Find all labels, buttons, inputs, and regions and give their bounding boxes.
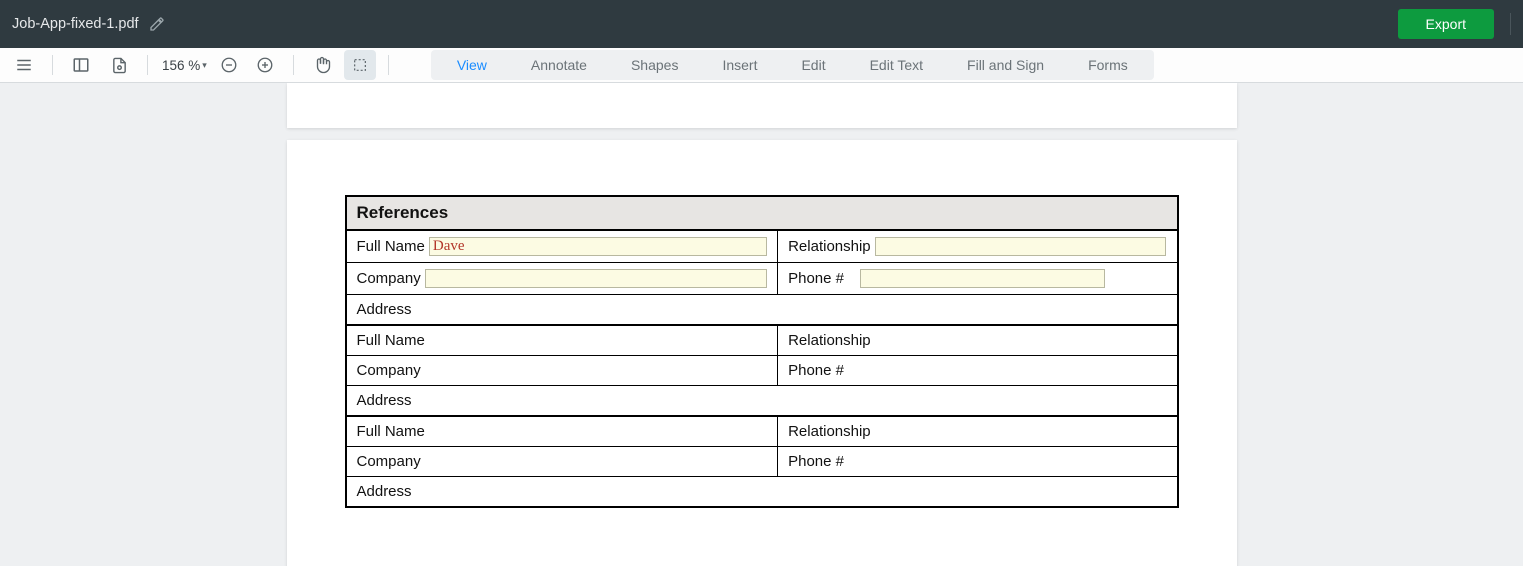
zoom-value: 156 % (162, 58, 200, 73)
label-full-name: Full Name (357, 332, 425, 349)
tab-insert[interactable]: Insert (700, 50, 779, 80)
page-icon[interactable] (103, 50, 135, 80)
tool-tabs: View Annotate Shapes Insert Edit Edit Te… (431, 50, 1154, 80)
label-full-name: Full Name (357, 238, 425, 255)
separator (388, 55, 389, 75)
tab-annotate[interactable]: Annotate (509, 50, 609, 80)
tab-edit-text[interactable]: Edit Text (848, 50, 945, 80)
label-address: Address (357, 301, 412, 318)
phone-field[interactable] (860, 269, 1105, 288)
separator (293, 55, 294, 75)
label-relationship: Relationship (788, 238, 871, 255)
sidebar-toggle-icon[interactable] (65, 50, 97, 80)
tab-edit[interactable]: Edit (779, 50, 847, 80)
label-phone: Phone # (788, 362, 844, 379)
pdf-page: References Full Name Dave Relationship C… (287, 140, 1237, 566)
references-table: References Full Name Dave Relationship C… (345, 195, 1179, 508)
hand-tool-icon[interactable] (306, 50, 338, 80)
workspace[interactable]: References Full Name Dave Relationship C… (0, 83, 1523, 566)
tab-forms[interactable]: Forms (1066, 50, 1150, 80)
label-company: Company (357, 270, 421, 287)
label-phone: Phone # (788, 453, 844, 470)
zoom-control: 156 % ▾ (160, 50, 281, 80)
tab-shapes[interactable]: Shapes (609, 50, 700, 80)
tab-fill-sign[interactable]: Fill and Sign (945, 50, 1066, 80)
toolbar: 156 % ▾ View Annotate Shapes Insert Edit… (0, 48, 1523, 83)
divider (1510, 13, 1511, 35)
separator (147, 55, 148, 75)
label-full-name: Full Name (357, 423, 425, 440)
company-field[interactable] (425, 269, 767, 288)
zoom-out-icon[interactable] (213, 50, 245, 80)
pencil-icon[interactable] (149, 16, 165, 32)
label-company: Company (357, 453, 421, 470)
section-header: References (347, 197, 1177, 231)
label-address: Address (357, 483, 412, 500)
menu-icon[interactable] (8, 50, 40, 80)
pdf-page-previous (287, 83, 1237, 128)
full-name-field[interactable]: Dave (429, 237, 767, 256)
file-name: Job-App-fixed-1.pdf (12, 16, 139, 32)
label-relationship: Relationship (788, 423, 871, 440)
label-phone: Phone # (788, 270, 844, 287)
label-relationship: Relationship (788, 332, 871, 349)
separator (52, 55, 53, 75)
label-address: Address (357, 392, 412, 409)
zoom-level[interactable]: 156 % ▾ (160, 58, 209, 73)
tab-view[interactable]: View (435, 50, 509, 80)
label-company: Company (357, 362, 421, 379)
title-bar: Job-App-fixed-1.pdf Export (0, 0, 1523, 48)
chevron-down-icon: ▾ (202, 60, 207, 71)
select-tool-icon[interactable] (344, 50, 376, 80)
zoom-in-icon[interactable] (249, 50, 281, 80)
export-button[interactable]: Export (1398, 9, 1494, 39)
relationship-field[interactable] (875, 237, 1167, 256)
